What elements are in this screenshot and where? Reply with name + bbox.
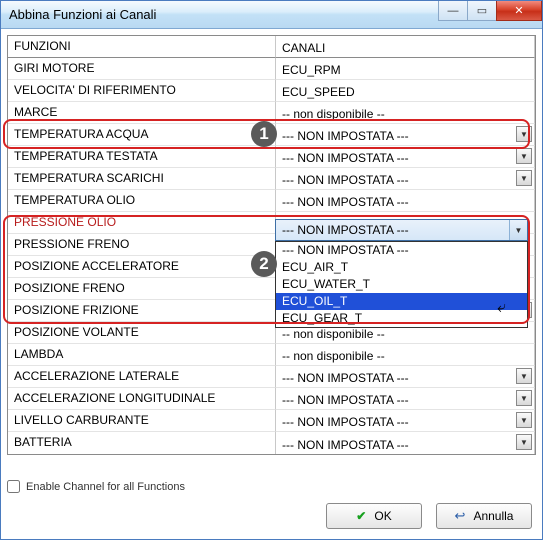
combo-dropdown-button[interactable]: ▼ (509, 220, 527, 240)
table-row: ACCELERAZIONE LONGITUDINALE--- NON IMPOS… (8, 388, 535, 410)
grid-header: FUNZIONI CANALI (8, 36, 535, 58)
table-row: LIVELLO CARBURANTE--- NON IMPOSTATA ---▼ (8, 410, 535, 432)
dialog-body: FUNZIONI CANALI GIRI MOTOREECU_RPMVELOCI… (1, 29, 542, 472)
dialog-buttons: ✔ OK ↩ Annulla (1, 497, 542, 539)
table-row: BATTERIA--- NON IMPOSTATA ---▼ (8, 432, 535, 454)
cancel-button-label: Annulla (473, 509, 513, 523)
function-cell: BATTERIA (8, 432, 276, 454)
table-row: TEMPERATURA OLIO--- NON IMPOSTATA --- (8, 190, 535, 212)
channel-cell: -- non disponibile -- (276, 102, 535, 124)
header-funzioni: FUNZIONI (8, 36, 276, 58)
combo-option[interactable]: ECU_GEAR_T (276, 310, 527, 327)
titlebar[interactable]: Abbina Funzioni ai Canali — ▭ ✕ (1, 1, 542, 29)
chevron-down-icon[interactable]: ▼ (516, 170, 532, 186)
chevron-down-icon[interactable]: ▼ (516, 412, 532, 428)
function-cell: ACCELERAZIONE LONGITUDINALE (8, 388, 276, 410)
table-row: TEMPERATURA SCARICHI--- NON IMPOSTATA --… (8, 168, 535, 190)
channel-cell[interactable]: --- NON IMPOSTATA ---▼ (276, 124, 535, 146)
function-cell: GIRI MOTORE (8, 58, 276, 80)
minimize-button[interactable]: — (438, 1, 468, 21)
combo-option[interactable]: ECU_WATER_T (276, 276, 527, 293)
function-cell: POSIZIONE FRIZIONE (8, 300, 276, 322)
combo-option[interactable]: ECU_OIL_T (276, 293, 527, 310)
channel-cell: -- non disponibile -- (276, 344, 535, 366)
combo-option[interactable]: ECU_AIR_T (276, 259, 527, 276)
function-cell: ACCELERAZIONE LATERALE (8, 366, 276, 388)
table-row: TEMPERATURA ACQUA--- NON IMPOSTATA ---▼ (8, 124, 535, 146)
footer-check-area: Enable Channel for all Functions (1, 472, 542, 497)
chevron-down-icon[interactable]: ▼ (516, 368, 532, 384)
chevron-down-icon[interactable]: ▼ (516, 434, 532, 450)
chevron-down-icon[interactable]: ▼ (516, 126, 532, 142)
close-button[interactable]: ✕ (496, 1, 542, 21)
table-row: GIRI MOTOREECU_RPM (8, 58, 535, 80)
check-icon: ✔ (356, 509, 366, 523)
enable-all-label: Enable Channel for all Functions (26, 481, 185, 493)
function-cell: POSIZIONE VOLANTE (8, 322, 276, 344)
combo-selected-value: --- NON IMPOSTATA --- (282, 223, 409, 237)
function-cell: POSIZIONE ACCELERATORE (8, 256, 276, 278)
function-cell: POSIZIONE FRENO (8, 278, 276, 300)
window-buttons: — ▭ ✕ (439, 1, 542, 21)
channel-cell[interactable]: --- NON IMPOSTATA ---▼ (276, 366, 535, 388)
channel-cell[interactable]: --- NON IMPOSTATA ---▼ (276, 410, 535, 432)
chevron-down-icon[interactable]: ▼ (516, 390, 532, 406)
table-row: LAMBDA-- non disponibile -- (8, 344, 535, 366)
function-cell: LIVELLO CARBURANTE (8, 410, 276, 432)
channel-combo-open[interactable]: --- NON IMPOSTATA --- ▼ (275, 219, 528, 241)
table-row: VELOCITA' DI RIFERIMENTOECU_SPEED (8, 80, 535, 102)
combo-option[interactable]: --- NON IMPOSTATA --- (276, 242, 527, 259)
function-cell: TEMPERATURA ACQUA (8, 124, 276, 146)
cancel-icon: ↩ (455, 508, 466, 524)
function-cell: PRESSIONE FRENO (8, 234, 276, 256)
channel-cell: ECU_SPEED (276, 80, 535, 102)
cancel-button[interactable]: ↩ Annulla (436, 503, 532, 529)
window-title: Abbina Funzioni ai Canali (9, 7, 156, 22)
function-cell: PRESSIONE OLIO (8, 212, 276, 234)
channel-cell: ECU_RPM (276, 58, 535, 80)
channel-cell[interactable]: --- NON IMPOSTATA ---▼ (276, 168, 535, 190)
table-row: ACCELERAZIONE LATERALE--- NON IMPOSTATA … (8, 366, 535, 388)
function-cell: MARCE (8, 102, 276, 124)
function-cell: TEMPERATURA SCARICHI (8, 168, 276, 190)
combo-dropdown-list[interactable]: --- NON IMPOSTATA ---ECU_AIR_TECU_WATER_… (275, 241, 528, 328)
maximize-button[interactable]: ▭ (467, 1, 497, 21)
table-row: MARCE-- non disponibile -- (8, 102, 535, 124)
channel-cell[interactable]: --- NON IMPOSTATA --- (276, 190, 535, 212)
function-cell: LAMBDA (8, 344, 276, 366)
table-row: TEMPERATURA TESTATA--- NON IMPOSTATA ---… (8, 146, 535, 168)
function-cell: TEMPERATURA TESTATA (8, 146, 276, 168)
chevron-down-icon[interactable]: ▼ (516, 148, 532, 164)
dialog-window: Abbina Funzioni ai Canali — ▭ ✕ FUNZIONI… (0, 0, 543, 540)
function-cell: TEMPERATURA OLIO (8, 190, 276, 212)
channel-cell[interactable]: --- NON IMPOSTATA ---▼ (276, 146, 535, 168)
enable-all-checkbox[interactable] (7, 480, 20, 493)
channel-cell[interactable]: --- NON IMPOSTATA ---▼ (276, 388, 535, 410)
ok-button[interactable]: ✔ OK (326, 503, 422, 529)
channel-cell[interactable]: --- NON IMPOSTATA ---▼ (276, 432, 535, 454)
header-canali: CANALI (276, 36, 535, 58)
ok-button-label: OK (374, 509, 391, 523)
function-cell: VELOCITA' DI RIFERIMENTO (8, 80, 276, 102)
